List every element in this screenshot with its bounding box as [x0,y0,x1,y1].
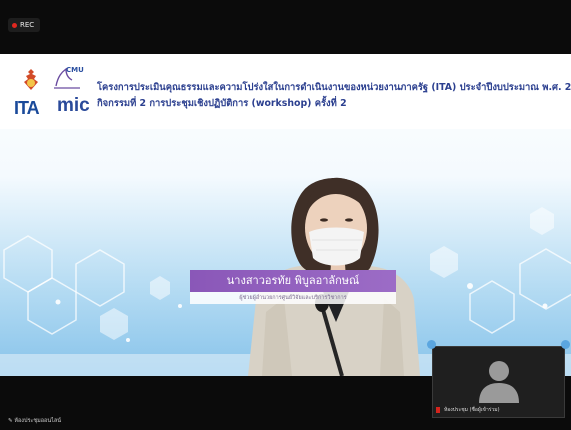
footer-caption-text: ห้องประชุมออนไลน์ [14,418,61,424]
muted-mic-icon [436,407,440,413]
recording-indicator[interactable]: REC [8,18,40,32]
footer-caption: ✎ ห้องประชุมออนไลน์ [8,417,61,425]
speaker-name-banner: นางสาวอรทัย พิบูลอาลักษณ์ [190,270,396,292]
speaker-video [248,177,420,376]
tile-status-dot-left [427,340,436,349]
top-bar: REC [0,0,571,54]
person-avatar-icon [479,361,519,403]
participant-name: ห้องประชุม (ชื่อผู้เข้าร่วม) [444,407,500,413]
recording-label: REC [20,21,35,29]
record-dot-icon [12,23,17,28]
tile-status-dot-right [561,340,570,349]
mic-off-icon: ✎ [8,418,13,424]
shared-slide: CMU ITA mic โครงการประเมินคุณธรรมและความ… [0,54,571,376]
participant-name-label: ห้องประชุม (ชื่อผู้เข้าร่วม) [436,406,500,414]
speaker-title-banner: ผู้ช่วยผู้อำนวยการศูนย์วิจัยและบริการวิช… [190,292,396,304]
